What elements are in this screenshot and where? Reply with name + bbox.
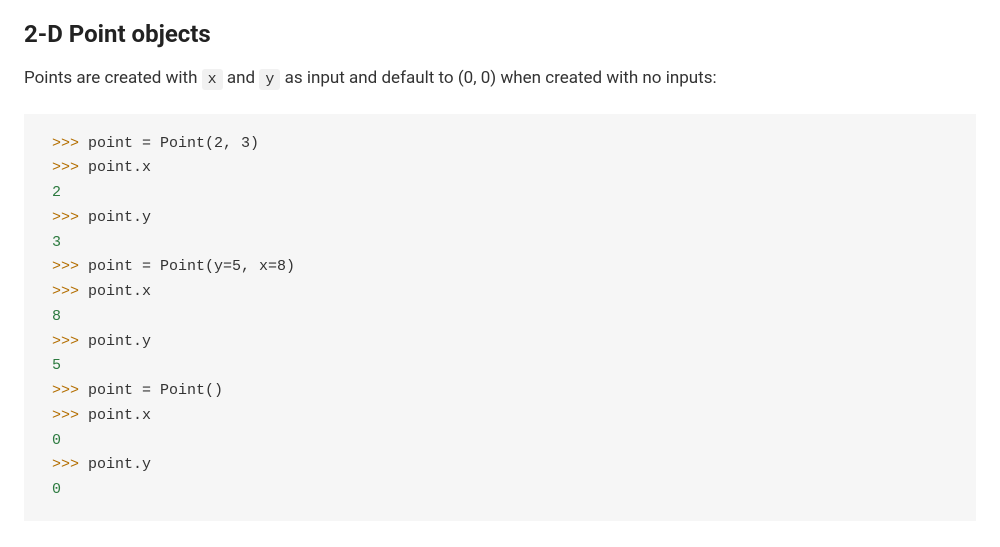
repl-input: point.y [88, 333, 151, 350]
repl-input: point = Point(2, 3) [88, 135, 259, 152]
repl-input: point.x [88, 159, 151, 176]
repl-prompt: >>> [52, 135, 88, 152]
code-block: >>> point = Point(2, 3) >>> point.x 2 >>… [24, 114, 976, 521]
repl-input: point = Point(y=5, x=8) [88, 258, 295, 275]
repl-output: 0 [52, 481, 61, 498]
repl-output: 2 [52, 184, 61, 201]
repl-input: point.x [88, 283, 151, 300]
repl-prompt: >>> [52, 283, 88, 300]
intro-text-2: and [223, 68, 260, 88]
intro-paragraph: Points are created with x and y as input… [24, 66, 976, 92]
repl-input: point.y [88, 209, 151, 226]
repl-output: 3 [52, 234, 61, 251]
repl-input: point.y [88, 456, 151, 473]
repl-input: point.x [88, 407, 151, 424]
intro-text-1: Points are created with [24, 68, 202, 88]
repl-prompt: >>> [52, 382, 88, 399]
inline-code-x: x [202, 69, 223, 90]
repl-input: point = Point() [88, 382, 223, 399]
intro-text-3: as input and default to (0, 0) when crea… [280, 68, 716, 88]
repl-prompt: >>> [52, 456, 88, 473]
repl-output: 8 [52, 308, 61, 325]
repl-prompt: >>> [52, 407, 88, 424]
repl-prompt: >>> [52, 333, 88, 350]
repl-prompt: >>> [52, 209, 88, 226]
repl-prompt: >>> [52, 258, 88, 275]
repl-output: 0 [52, 432, 61, 449]
inline-code-y: y [259, 69, 280, 90]
repl-prompt: >>> [52, 159, 88, 176]
section-heading: 2-D Point objects [24, 20, 976, 48]
repl-output: 5 [52, 357, 61, 374]
